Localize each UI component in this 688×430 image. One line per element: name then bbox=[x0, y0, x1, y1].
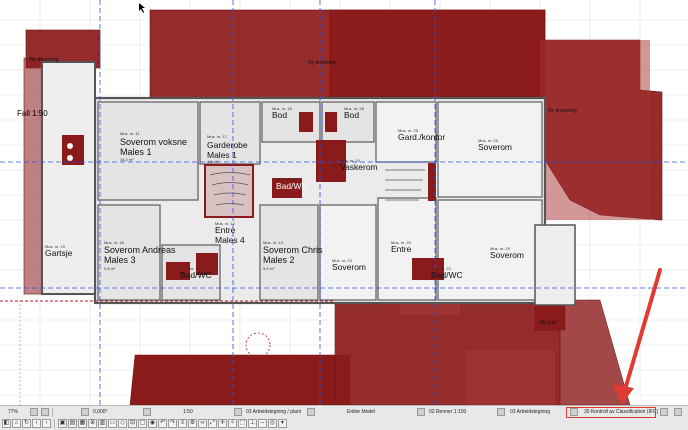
room-area: 9,6 m² bbox=[104, 266, 116, 271]
folder-icon[interactable]: ▭ bbox=[108, 419, 117, 428]
room-label: Soverom bbox=[478, 142, 513, 152]
section-icon[interactable]: ⊟ bbox=[128, 419, 137, 428]
dimension-combo[interactable]: 03 Arbeidstegning bbox=[510, 408, 550, 417]
zoom-in-icon[interactable] bbox=[41, 408, 49, 416]
view-combo[interactable]: 03 Arbeidstegning / plant bbox=[246, 408, 301, 417]
link-icon[interactable]: ∞ bbox=[198, 419, 207, 428]
room-label: Soverom Chris Males 2 bbox=[263, 245, 323, 265]
room-area: 9,6 m² bbox=[263, 266, 275, 271]
zoom-icon[interactable]: ⊕ bbox=[88, 419, 97, 428]
nav-forward-icon[interactable]: › bbox=[42, 419, 51, 428]
highlight-frame bbox=[566, 407, 656, 418]
room-label: Vaskerom bbox=[340, 162, 378, 172]
zoom-value[interactable]: 77% bbox=[8, 408, 18, 417]
room-label: Entre Males 4 bbox=[215, 225, 245, 245]
eye-icon[interactable]: ◎ bbox=[268, 419, 277, 428]
pen-set-combo[interactable]: 02 Renner 1:100 bbox=[429, 408, 466, 417]
layout-icon[interactable]: ▥ bbox=[98, 419, 107, 428]
status-bar: 77% 0,000° 1:50 03 Arbeidstegning / plan… bbox=[0, 405, 688, 430]
3d-icon[interactable]: ◇ bbox=[118, 419, 127, 428]
navigator-icon[interactable]: ◧ bbox=[2, 419, 11, 428]
room-label: Bad/WC bbox=[180, 270, 212, 280]
room-label: Ny bod bbox=[540, 320, 556, 326]
guide-icon[interactable]: ⊥ bbox=[248, 419, 257, 428]
room-label: Bod bbox=[272, 110, 288, 120]
status-bar-row-2: ◧ ⌂ ↻ ‹ › ▣ ▤ ▦ ⊕ ▥ ▭ ◇ ⊟ ▢ ◉ ↶ ↷ ≡ ⚙ ∞ … bbox=[0, 418, 688, 429]
renovation-filter-icon[interactable] bbox=[674, 408, 682, 416]
pen-set-icon[interactable] bbox=[417, 408, 425, 416]
room-label: Soverom voksne Males 1 bbox=[120, 137, 188, 157]
grid-icon[interactable]: ▦ bbox=[78, 419, 87, 428]
room-label: Soverom bbox=[332, 262, 367, 272]
layers-icon[interactable]: ≡ bbox=[178, 419, 187, 428]
room-label: Entre bbox=[391, 244, 412, 254]
layer-combo-icon[interactable] bbox=[234, 408, 242, 416]
orientation-angle[interactable]: 0,000° bbox=[93, 408, 108, 417]
save-icon[interactable]: ▣ bbox=[58, 419, 67, 428]
arrow-icon bbox=[622, 268, 662, 395]
snap-icon[interactable]: ✛ bbox=[218, 419, 227, 428]
model-view-option[interactable]: Entire Model bbox=[347, 408, 375, 417]
room-label: Bad/WC bbox=[276, 181, 308, 191]
fit-icon[interactable]: ⤢ bbox=[208, 419, 217, 428]
annotation-fall: Fall 1:50 bbox=[17, 109, 48, 118]
room-label: Soverom bbox=[490, 250, 525, 260]
zoom-out-icon[interactable] bbox=[30, 408, 38, 416]
annotation-drainage-2: Ny drenering bbox=[308, 60, 337, 66]
model-view-icon[interactable] bbox=[307, 408, 315, 416]
room-tag: Mus. nr. 17 bbox=[207, 134, 227, 139]
print-icon[interactable]: ▤ bbox=[68, 419, 77, 428]
measure-icon[interactable]: ⇔ bbox=[258, 419, 267, 428]
selection-icon[interactable]: ⬚ bbox=[238, 419, 247, 428]
room-label: Bod bbox=[344, 110, 360, 120]
nav-back-icon[interactable]: ‹ bbox=[32, 419, 41, 428]
plan-icon[interactable]: ▢ bbox=[138, 419, 147, 428]
separator bbox=[54, 419, 55, 428]
room-tag: Mus. nr. 11 bbox=[120, 131, 140, 136]
scale-icon[interactable] bbox=[143, 408, 151, 416]
magic-wand-icon[interactable]: ✧ bbox=[228, 419, 237, 428]
chevron-down-icon[interactable]: ▾ bbox=[278, 419, 287, 428]
dimension-icon[interactable] bbox=[497, 408, 505, 416]
refresh-icon[interactable]: ↻ bbox=[22, 419, 31, 428]
annotation-drainage-3: Ny drenering bbox=[548, 108, 577, 114]
room-label: Soverom Andreas Males 3 bbox=[104, 245, 176, 265]
room-area: 4,6 m² bbox=[207, 159, 219, 164]
room-label: Gartsje bbox=[45, 248, 73, 258]
room-area: 16,4 m² bbox=[120, 157, 134, 162]
separator bbox=[52, 408, 53, 417]
room-label: Bad/WC bbox=[431, 270, 463, 280]
rotate-icon[interactable] bbox=[81, 408, 89, 416]
undo-icon[interactable]: ↶ bbox=[158, 419, 167, 428]
room-label: Garderobe Males 1 bbox=[207, 140, 248, 160]
camera-icon[interactable]: ◉ bbox=[148, 419, 157, 428]
home-icon[interactable]: ⌂ bbox=[12, 419, 21, 428]
redo-icon[interactable]: ↷ bbox=[168, 419, 177, 428]
floor-plan-canvas[interactable]: Ny drenering Ny drenering Ny drenering F… bbox=[0, 0, 688, 405]
partial-structure-icon[interactable] bbox=[660, 408, 668, 416]
floor-plan-drawing bbox=[0, 0, 688, 405]
scale-value[interactable]: 1:50 bbox=[183, 408, 193, 417]
settings-icon[interactable]: ⚙ bbox=[188, 419, 197, 428]
status-bar-row-1: 77% 0,000° 1:50 03 Arbeidstegning / plan… bbox=[0, 407, 688, 418]
annotation-drainage-1: Ny drenering bbox=[30, 57, 59, 63]
room-label: Gard./kontor bbox=[398, 132, 446, 142]
